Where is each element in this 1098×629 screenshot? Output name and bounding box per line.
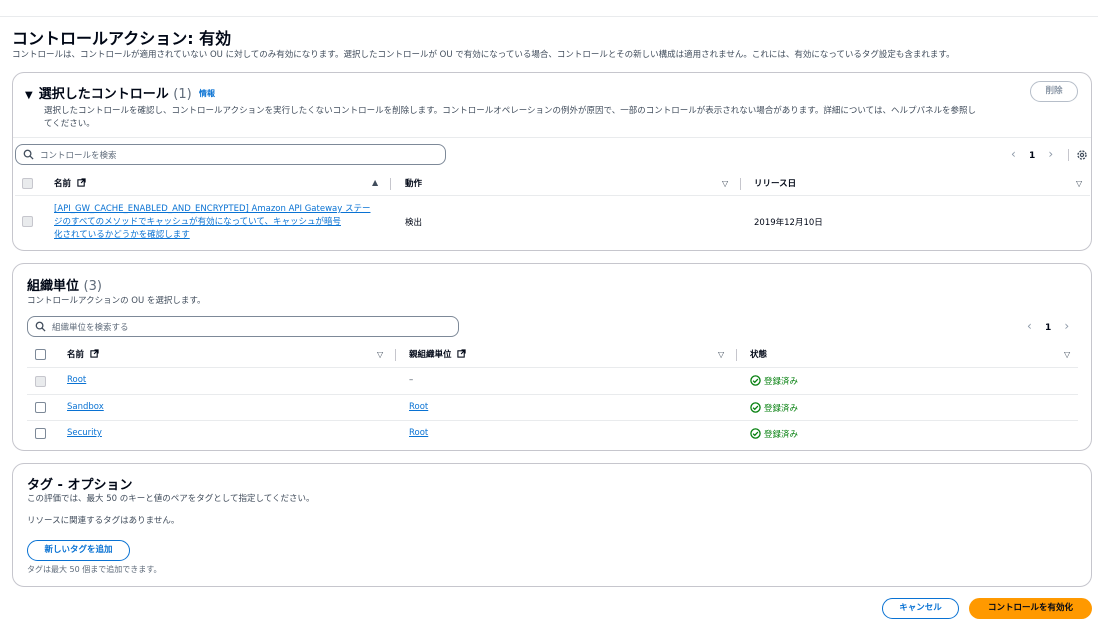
- check-circle-icon: [750, 402, 761, 413]
- column-separator: [736, 349, 737, 361]
- control-name-link-line2[interactable]: ジのすべてのメソッドでキャッシュが有効になっていて、キャッシュが暗号: [54, 216, 370, 229]
- control-release-date: 2019年12月10日: [754, 218, 823, 228]
- sort-ou-name-icon[interactable]: ▽: [377, 350, 383, 359]
- ou-search-placeholder: 組織単位を検索する: [52, 323, 129, 333]
- page-description: コントロールは、コントロールが適用されていない OU に対してのみ有効になります…: [12, 50, 955, 60]
- top-divider: [0, 16, 1098, 17]
- ou-parent-link-sandbox[interactable]: Root: [409, 402, 428, 412]
- external-link-icon: [457, 349, 467, 358]
- column-header-name[interactable]: 名前: [54, 177, 86, 189]
- selected-controls-header: ▼ 選択したコントロール (1): [25, 83, 192, 102]
- tags-limit-note: タグは最大 50 個まで追加できます。: [27, 565, 162, 574]
- next-page-icon[interactable]: ›: [1048, 147, 1053, 161]
- check-circle-icon: [750, 375, 761, 386]
- control-pagination: ‹ 1 ›: [1011, 147, 1053, 161]
- tags-panel: タグ - オプション この評価では、最大 50 のキーと値のペアをタグとして指定…: [12, 463, 1092, 587]
- table-top-divider: [13, 137, 1091, 138]
- search-icon: [23, 149, 34, 160]
- control-search-input[interactable]: コントロールを検索: [15, 144, 446, 165]
- info-link[interactable]: 情報: [199, 88, 215, 99]
- next-page-icon[interactable]: ›: [1064, 319, 1069, 333]
- row-checkbox[interactable]: [22, 216, 33, 227]
- ou-column-header-name-label: 名前: [67, 350, 85, 360]
- sort-ou-parent-icon[interactable]: ▽: [718, 350, 724, 359]
- prev-page-icon[interactable]: ‹: [1027, 319, 1032, 333]
- status-badge: 登録済み: [750, 402, 798, 414]
- check-circle-icon: [750, 428, 761, 439]
- column-separator: [390, 178, 391, 190]
- status-badge: 登録済み: [750, 428, 798, 440]
- status-badge: 登録済み: [750, 375, 798, 387]
- ou-name-link-sandbox[interactable]: Sandbox: [67, 402, 104, 412]
- ou-row-checkbox-root[interactable]: [35, 376, 46, 387]
- organizational-units-panel: 組織単位 (3) コントロールアクションの OU を選択します。 組織単位を検索…: [12, 263, 1092, 451]
- ou-search-input[interactable]: 組織単位を検索する: [27, 316, 459, 337]
- ou-pagination: ‹ 1 ›: [1027, 319, 1069, 333]
- selected-controls-count: (1): [173, 87, 192, 102]
- sort-action-icon[interactable]: ▽: [722, 179, 728, 188]
- ou-description: コントロールアクションの OU を選択します。: [27, 296, 206, 306]
- ou-header: 組織単位 (3): [27, 275, 102, 294]
- control-search-placeholder: コントロールを検索: [40, 151, 117, 161]
- sort-release-icon[interactable]: ▽: [1076, 179, 1082, 188]
- add-new-tag-button[interactable]: 新しいタグを追加: [27, 540, 130, 561]
- selected-controls-title: 選択したコントロール: [38, 87, 169, 102]
- collapse-caret-icon[interactable]: ▼: [25, 90, 33, 101]
- ou-column-header-name[interactable]: 名前: [67, 348, 99, 360]
- status-text: 登録済み: [764, 404, 799, 414]
- pager-separator: [1068, 149, 1069, 161]
- select-all-ou-checkbox[interactable]: [35, 349, 46, 360]
- column-header-action[interactable]: 動作: [405, 177, 422, 189]
- ou-count: (3): [83, 279, 102, 294]
- row-divider: [27, 420, 1078, 421]
- tags-title: タグ - オプション: [27, 478, 133, 493]
- tags-empty-text: リソースに関連するタグはありません。: [27, 516, 180, 526]
- delete-button[interactable]: 削除: [1030, 81, 1078, 102]
- search-icon: [35, 321, 46, 332]
- settings-gear-icon[interactable]: [1076, 149, 1088, 161]
- status-text: 登録済み: [764, 377, 799, 387]
- column-header-name-label: 名前: [54, 179, 72, 189]
- prev-page-icon[interactable]: ‹: [1011, 147, 1016, 161]
- ou-name-link-root[interactable]: Root: [67, 375, 86, 385]
- control-page-number[interactable]: 1: [1029, 151, 1035, 161]
- control-name-link-line3[interactable]: 化されているかどうかを確認します: [54, 229, 370, 242]
- selected-controls-description: 選択したコントロールを確認し、コントロールアクションを実行したくないコントロール…: [44, 105, 1074, 131]
- column-header-release-date[interactable]: リリース日: [754, 177, 796, 189]
- ou-page-number[interactable]: 1: [1045, 323, 1051, 333]
- sort-ou-status-icon[interactable]: ▽: [1064, 350, 1070, 359]
- sort-ascending-icon[interactable]: ▲: [372, 178, 378, 187]
- external-link-icon: [90, 349, 99, 358]
- tags-description: この評価では、最大 50 のキーと値のペアをタグとして指定してください。: [27, 494, 315, 504]
- ou-column-header-status[interactable]: 状態: [750, 348, 767, 360]
- selected-controls-description-line1: 選択したコントロールを確認し、コントロールアクションを実行したくないコントロール…: [44, 106, 976, 116]
- column-separator: [740, 178, 741, 190]
- ou-header-divider: [27, 367, 1078, 368]
- header-divider: [15, 195, 1090, 196]
- control-action: 検出: [405, 218, 423, 228]
- ou-column-header-parent[interactable]: 親組織単位: [409, 348, 467, 360]
- ou-row-checkbox-sandbox[interactable]: [35, 402, 46, 413]
- external-link-icon: [77, 178, 86, 187]
- page-title: コントロールアクション: 有効: [12, 29, 232, 48]
- ou-title: 組織単位: [27, 279, 80, 294]
- ou-parent-link-security[interactable]: Root: [409, 428, 428, 438]
- ou-row-checkbox-security[interactable]: [35, 428, 46, 439]
- cancel-button[interactable]: キャンセル: [882, 598, 959, 619]
- ou-parent-root: –: [409, 375, 414, 385]
- row-divider: [27, 394, 1078, 395]
- column-separator: [395, 349, 396, 361]
- ou-column-header-parent-label: 親組織単位: [409, 350, 452, 360]
- ou-name-link-security[interactable]: Security: [67, 428, 102, 438]
- status-text: 登録済み: [764, 430, 799, 440]
- selected-controls-panel: ▼ 選択したコントロール (1) 情報 選択したコントロールを確認し、コントロール…: [12, 72, 1092, 251]
- select-all-checkbox[interactable]: [22, 178, 33, 189]
- control-name-link-line1[interactable]: [API_GW_CACHE_ENABLED_AND_ENCRYPTED] Ama…: [54, 203, 370, 216]
- enable-control-button[interactable]: コントロールを有効化: [969, 598, 1092, 619]
- selected-controls-description-line2: てください。: [44, 119, 95, 129]
- table-row: [API_GW_CACHE_ENABLED_AND_ENCRYPTED] Ama…: [54, 203, 370, 242]
